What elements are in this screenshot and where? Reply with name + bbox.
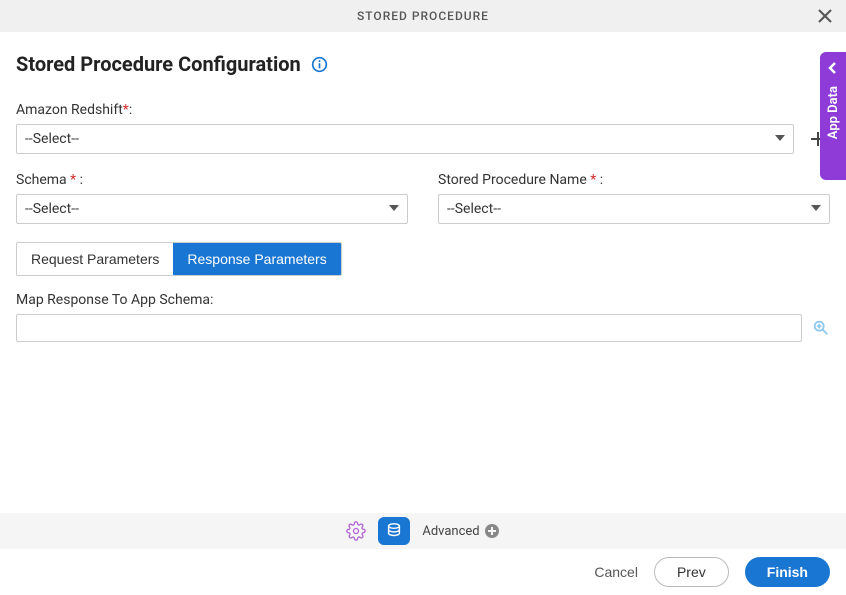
schema-label-text: Schema	[16, 172, 67, 188]
chevron-down-icon	[389, 201, 399, 217]
side-tab-label: App Data	[826, 86, 841, 139]
content-area: Stored Procedure Configuration Amazon Re…	[0, 32, 846, 342]
close-icon[interactable]	[816, 7, 834, 25]
dialog-header: STORED PROCEDURE	[0, 0, 846, 32]
map-response-row	[16, 314, 830, 342]
schema-select-value: --Select--	[25, 201, 79, 217]
schema-browse-icon[interactable]	[812, 319, 830, 337]
tab-request-parameters[interactable]: Request Parameters	[17, 243, 173, 275]
schema-select[interactable]: --Select--	[16, 194, 408, 224]
chevron-down-icon	[811, 201, 821, 217]
procname-label: Stored Procedure Name * :	[438, 172, 830, 188]
redshift-label-text: Amazon Redshift	[16, 102, 123, 118]
info-icon[interactable]	[311, 56, 328, 73]
required-marker: *	[123, 102, 129, 118]
required-marker: *	[70, 172, 76, 188]
schema-field: Schema * : --Select--	[16, 172, 408, 224]
footer: Cancel Prev Finish	[0, 549, 846, 595]
database-icon[interactable]	[378, 517, 410, 545]
cancel-button[interactable]: Cancel	[594, 564, 638, 580]
page-title: Stored Procedure Configuration	[16, 52, 301, 76]
plus-circle-icon	[484, 523, 500, 539]
app-data-side-tab[interactable]: App Data	[820, 52, 846, 180]
procname-select-value: --Select--	[447, 201, 501, 217]
chevron-down-icon	[775, 131, 785, 147]
finish-button[interactable]: Finish	[745, 557, 830, 587]
required-marker: *	[590, 172, 596, 188]
redshift-row: Amazon Redshift*: --Select--	[16, 102, 830, 154]
schema-label: Schema * :	[16, 172, 408, 188]
advanced-toggle[interactable]: Advanced	[422, 523, 499, 539]
prev-button[interactable]: Prev	[654, 557, 729, 587]
bottom-toolbar: Advanced	[0, 513, 846, 549]
redshift-select[interactable]: --Select--	[16, 124, 794, 154]
redshift-select-value: --Select--	[25, 131, 79, 147]
page-title-row: Stored Procedure Configuration	[16, 52, 830, 76]
procname-label-text: Stored Procedure Name	[438, 172, 587, 188]
procname-select[interactable]: --Select--	[438, 194, 830, 224]
tab-response-parameters[interactable]: Response Parameters	[173, 243, 340, 275]
redshift-field: Amazon Redshift*: --Select--	[16, 102, 794, 154]
procname-field: Stored Procedure Name * : --Select--	[438, 172, 830, 224]
params-tab-group: Request Parameters Response Parameters	[16, 242, 342, 276]
dialog-title: STORED PROCEDURE	[357, 9, 489, 23]
gear-icon[interactable]	[346, 521, 366, 541]
map-response-input[interactable]	[16, 314, 802, 342]
schema-proc-row: Schema * : --Select-- Stored Procedure N…	[16, 172, 830, 224]
redshift-label: Amazon Redshift*:	[16, 102, 794, 118]
advanced-label: Advanced	[422, 524, 479, 539]
map-response-label: Map Response To App Schema:	[16, 292, 830, 308]
